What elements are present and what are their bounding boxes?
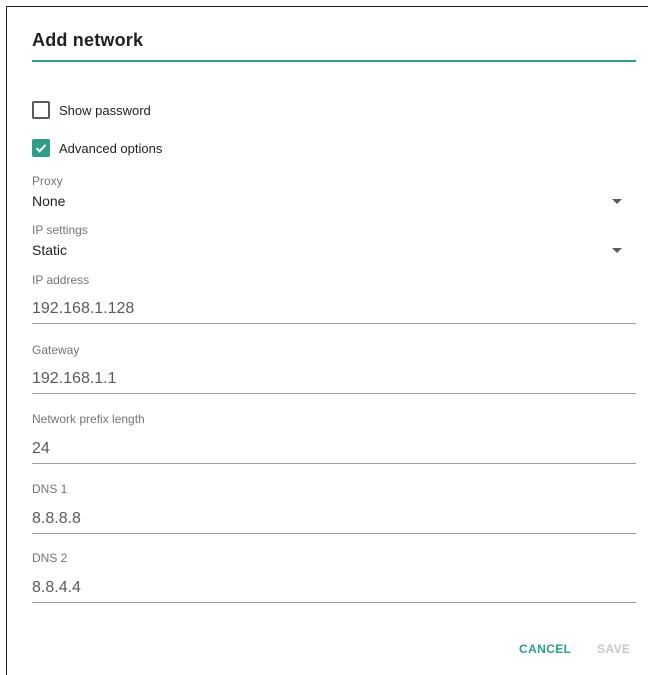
prefix-length-label: Network prefix length	[32, 412, 145, 426]
dialog-title: Add network	[32, 30, 144, 50]
prefix-length-underline	[32, 463, 636, 464]
show-password-label: Show password	[59, 102, 151, 118]
cancel-button[interactable]: CANCEL	[519, 642, 571, 656]
ip-settings-select[interactable]: Static	[32, 242, 632, 262]
ip-settings-label: IP settings	[32, 223, 88, 237]
advanced-options-label: Advanced options	[59, 140, 163, 156]
title-divider	[32, 60, 636, 62]
gateway-underline	[32, 393, 636, 394]
proxy-value: None	[32, 193, 66, 209]
check-icon	[35, 144, 47, 153]
gateway-input[interactable]: 192.168.1.1	[32, 370, 117, 388]
ip-address-underline	[32, 323, 636, 324]
dns1-underline	[32, 533, 636, 534]
prefix-length-input[interactable]: 24	[32, 440, 50, 458]
advanced-options-row[interactable]: Advanced options	[32, 138, 162, 158]
show-password-checkbox[interactable]	[32, 101, 50, 119]
ip-settings-value: Static	[32, 242, 68, 258]
dropdown-arrow-icon	[612, 199, 622, 204]
proxy-label: Proxy	[32, 174, 63, 188]
ip-address-input[interactable]: 192.168.1.128	[32, 300, 134, 318]
advanced-options-checkbox[interactable]	[32, 139, 50, 157]
show-password-row[interactable]: Show password	[32, 100, 151, 120]
ip-address-label: IP address	[32, 273, 90, 287]
gateway-label: Gateway	[32, 343, 80, 357]
proxy-select[interactable]: None	[32, 193, 632, 213]
save-button[interactable]: SAVE	[597, 642, 630, 656]
dns1-label: DNS 1	[32, 482, 68, 496]
dns1-input[interactable]: 8.8.8.8	[32, 510, 81, 528]
dns2-label: DNS 2	[32, 551, 68, 565]
dns2-underline	[32, 602, 636, 603]
dropdown-arrow-icon	[612, 248, 622, 253]
dns2-input[interactable]: 8.8.4.4	[32, 579, 81, 597]
